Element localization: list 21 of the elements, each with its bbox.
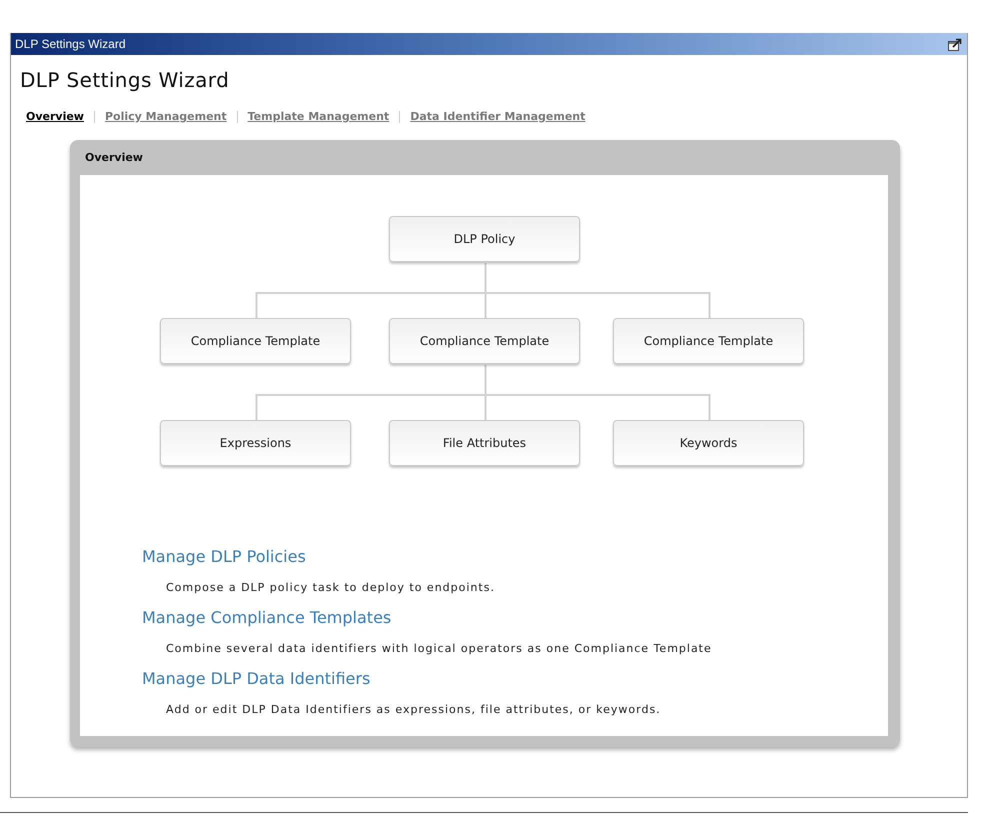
nav-tab[interactable]: Data Identifier Management (410, 110, 586, 124)
panel-title: Overview (85, 151, 143, 164)
page-heading: DLP Settings Wizard (20, 68, 230, 92)
diagram-node: DLP Policy (389, 216, 580, 262)
section-description: Add or edit DLP Data Identifiers as expressions, file attributes, or keywords. (166, 703, 661, 716)
diagram-node: Keywords (613, 420, 804, 466)
window-title: DLP Settings Wizard (15, 37, 126, 51)
diagram-node: Compliance Template (613, 318, 804, 364)
nav-tab[interactable]: Overview (26, 110, 84, 124)
diagram-node: File Attributes (389, 420, 580, 466)
nav-tab[interactable]: Template Management (248, 110, 390, 124)
section-link[interactable]: Manage DLP Policies (142, 546, 306, 568)
section-description: Combine several data identifiers with logical operators as one Compliance Template (166, 642, 712, 655)
diagram-node: Compliance Template (389, 318, 580, 364)
nav-tab[interactable]: Policy Management (104, 110, 227, 124)
diagram-node: Compliance Template (160, 318, 351, 364)
section-link[interactable]: Manage DLP Data Identifiers (142, 668, 370, 690)
diagram-node: Expressions (160, 420, 351, 466)
section-link[interactable]: Manage Compliance Templates (142, 607, 392, 629)
popout-icon[interactable] (948, 38, 962, 50)
section-description: Compose a DLP policy task to deploy to endpoints. (166, 581, 495, 594)
